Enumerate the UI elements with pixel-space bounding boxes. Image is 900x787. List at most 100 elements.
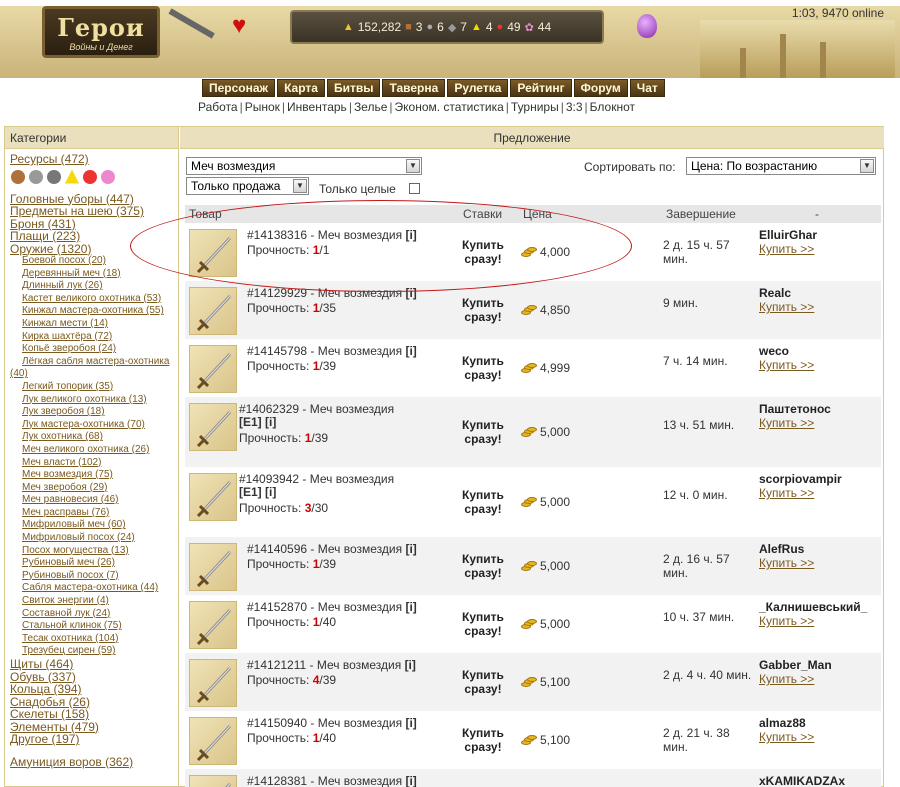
nav-market[interactable]: Рынок: [245, 100, 280, 114]
lot-title[interactable]: #14145798 - Меч возмездия [i]: [247, 345, 447, 358]
seller-name[interactable]: almaz88: [759, 716, 806, 730]
nav-work[interactable]: Работа: [198, 100, 238, 114]
buy-link[interactable]: Купить >>: [759, 416, 814, 430]
sort-select[interactable]: Цена: По возрастанию ▼: [686, 157, 876, 175]
potion-icon[interactable]: [637, 14, 657, 38]
buy-link[interactable]: Купить >>: [759, 486, 814, 500]
buy-link[interactable]: Купить >>: [759, 730, 814, 744]
weapon-subcategory-link[interactable]: Мифриловый меч (60): [10, 519, 178, 532]
weapon-subcategory-link[interactable]: Лук охотника (68): [10, 431, 178, 444]
nav-3v3[interactable]: 3:3: [566, 100, 583, 114]
sword-thumbnail-icon[interactable]: [189, 345, 237, 393]
lot-title[interactable]: #14062329 - Меч возмездия [E1] [i]: [239, 403, 419, 429]
weapon-subcategory-link[interactable]: Кастет великого охотника (53): [10, 293, 178, 306]
sword-thumbnail-icon[interactable]: [189, 601, 237, 649]
weapon-subcategory-link[interactable]: Рубиновый посох (7): [10, 570, 178, 583]
crystal-icon[interactable]: [83, 169, 97, 184]
chevron-down-icon[interactable]: ▼: [293, 179, 307, 193]
lot-info-tag[interactable]: [E1] [i]: [239, 485, 276, 499]
item-select[interactable]: Меч возмездия ▼: [186, 157, 422, 175]
weapon-subcategory-link[interactable]: Меч возмездия (75): [10, 469, 178, 482]
category-other[interactable]: Другое (197): [10, 733, 178, 746]
buy-link[interactable]: Купить >>: [759, 242, 814, 256]
seller-name[interactable]: scorpiovampir: [759, 472, 842, 486]
lot-info-tag[interactable]: [i]: [405, 658, 416, 672]
sword-thumbnail-icon[interactable]: [189, 659, 237, 707]
category-rings[interactable]: Кольца (394): [10, 683, 178, 696]
nav-potion[interactable]: Зелье: [354, 100, 387, 114]
weapon-subcategory-link[interactable]: Рубиновый меч (26): [10, 557, 178, 570]
sword-thumbnail-icon[interactable]: [189, 775, 237, 787]
category-cloaks[interactable]: Плащи (223): [10, 230, 178, 243]
category-shields[interactable]: Щиты (464): [10, 658, 178, 671]
only-whole-checkbox[interactable]: [409, 183, 420, 194]
weapon-subcategory-link[interactable]: Копьё зверобоя (24): [10, 343, 178, 356]
weapon-subcategory-link[interactable]: Легкий топорик (35): [10, 381, 178, 394]
sword-thumbnail-icon[interactable]: [189, 543, 237, 591]
lot-title[interactable]: #14129929 - Меч возмездия [i]: [247, 287, 447, 300]
weapon-subcategory-link[interactable]: Длинный лук (26): [10, 280, 178, 293]
weapon-subcategory-link[interactable]: Боевой посох (20): [10, 255, 178, 268]
category-weapons[interactable]: Оружие (1320): [10, 242, 178, 256]
sword-thumbnail-icon[interactable]: [189, 229, 237, 277]
nav-tavern[interactable]: Таверна: [382, 79, 446, 97]
weapon-subcategory-link[interactable]: Стальной клинок (75): [10, 620, 178, 633]
sale-type-select[interactable]: Только продажа ▼: [186, 177, 309, 195]
nav-rating[interactable]: Рейтинг: [510, 79, 572, 97]
lot-info-tag[interactable]: [i]: [405, 774, 416, 787]
lot-info-tag[interactable]: [i]: [405, 228, 416, 242]
nav-roulette[interactable]: Рулетка: [447, 79, 509, 97]
buy-link[interactable]: Купить >>: [759, 556, 814, 570]
nav-notepad[interactable]: Блокнот: [590, 100, 635, 114]
weapon-subcategory-link[interactable]: Тесак охотника (104): [10, 633, 178, 646]
weapon-subcategory-link[interactable]: Кирка шахтёра (72): [10, 331, 178, 344]
category-necklaces[interactable]: Предметы на шею (375): [10, 205, 178, 218]
sword-thumbnail-icon[interactable]: [189, 287, 237, 335]
buy-link[interactable]: Купить >>: [759, 300, 814, 314]
nav-forum[interactable]: Форум: [573, 79, 628, 97]
buy-link[interactable]: Купить >>: [759, 614, 814, 628]
weapon-subcategory-link[interactable]: Меч зверобоя (29): [10, 482, 178, 495]
sword-thumbnail-icon[interactable]: [189, 717, 237, 765]
lot-info-tag[interactable]: [i]: [405, 344, 416, 358]
lot-info-tag[interactable]: [i]: [405, 286, 416, 300]
weapon-subcategory-link[interactable]: Составной лук (24): [10, 608, 178, 621]
weapon-subcategory-link[interactable]: Лук мастера-охотника (70): [10, 419, 178, 432]
nav-inventory[interactable]: Инвентарь: [287, 100, 347, 114]
chevron-down-icon[interactable]: ▼: [860, 159, 874, 173]
weapon-subcategory-link[interactable]: Меч власти (102): [10, 457, 178, 470]
ore-icon[interactable]: [29, 169, 43, 184]
sulfur-icon[interactable]: [65, 169, 79, 184]
weapon-subcategory-link[interactable]: Мифриловый посох (24): [10, 532, 178, 545]
buy-link[interactable]: Купить >>: [759, 358, 814, 372]
weapon-subcategory-link[interactable]: Свиток энергии (4): [10, 595, 178, 608]
game-logo[interactable]: Герои Войны и Денег: [42, 6, 160, 58]
lot-info-tag[interactable]: [i]: [405, 716, 416, 730]
category-skeletons[interactable]: Скелеты (158): [10, 708, 178, 721]
weapon-subcategory-link[interactable]: Кинжал мести (14): [10, 318, 178, 331]
weapon-subcategory-link[interactable]: Меч великого охотника (26): [10, 444, 178, 457]
lot-title[interactable]: #14152870 - Меч возмездия [i]: [247, 601, 447, 614]
sword-thumbnail-icon[interactable]: [189, 473, 237, 521]
lot-info-tag[interactable]: [i]: [405, 542, 416, 556]
lot-title[interactable]: #14121211 - Меч возмездия [i]: [247, 659, 447, 672]
weapon-subcategory-link[interactable]: Меч равновесия (46): [10, 494, 178, 507]
weapon-subcategory-link[interactable]: Лук великого охотника (13): [10, 394, 178, 407]
weapon-subcategory-link[interactable]: Меч расправы (76): [10, 507, 178, 520]
mercury-icon[interactable]: [47, 169, 61, 184]
gems-icon[interactable]: [101, 169, 115, 184]
lot-title[interactable]: #14138316 - Меч возмездия [i]: [247, 229, 447, 242]
seller-name[interactable]: AlefRus: [759, 542, 804, 556]
weapon-subcategory-link[interactable]: Сабля мастера-охотника (44): [10, 582, 178, 595]
nav-chat[interactable]: Чат: [629, 79, 665, 97]
sword-thumbnail-icon[interactable]: [189, 403, 237, 451]
lot-title[interactable]: #14140596 - Меч возмездия [i]: [247, 543, 447, 556]
lot-title[interactable]: #14093942 - Меч возмездия [E1] [i]: [239, 473, 419, 499]
buy-link[interactable]: Купить >>: [759, 672, 814, 686]
weapon-subcategory-link[interactable]: Посох могущества (13): [10, 545, 178, 558]
weapon-subcategory-link[interactable]: Деревянный меч (18): [10, 268, 178, 281]
seller-name[interactable]: _Калнишевський_: [759, 600, 867, 614]
chevron-down-icon[interactable]: ▼: [406, 159, 420, 173]
lot-info-tag[interactable]: [i]: [405, 600, 416, 614]
nav-character[interactable]: Персонаж: [202, 79, 276, 97]
